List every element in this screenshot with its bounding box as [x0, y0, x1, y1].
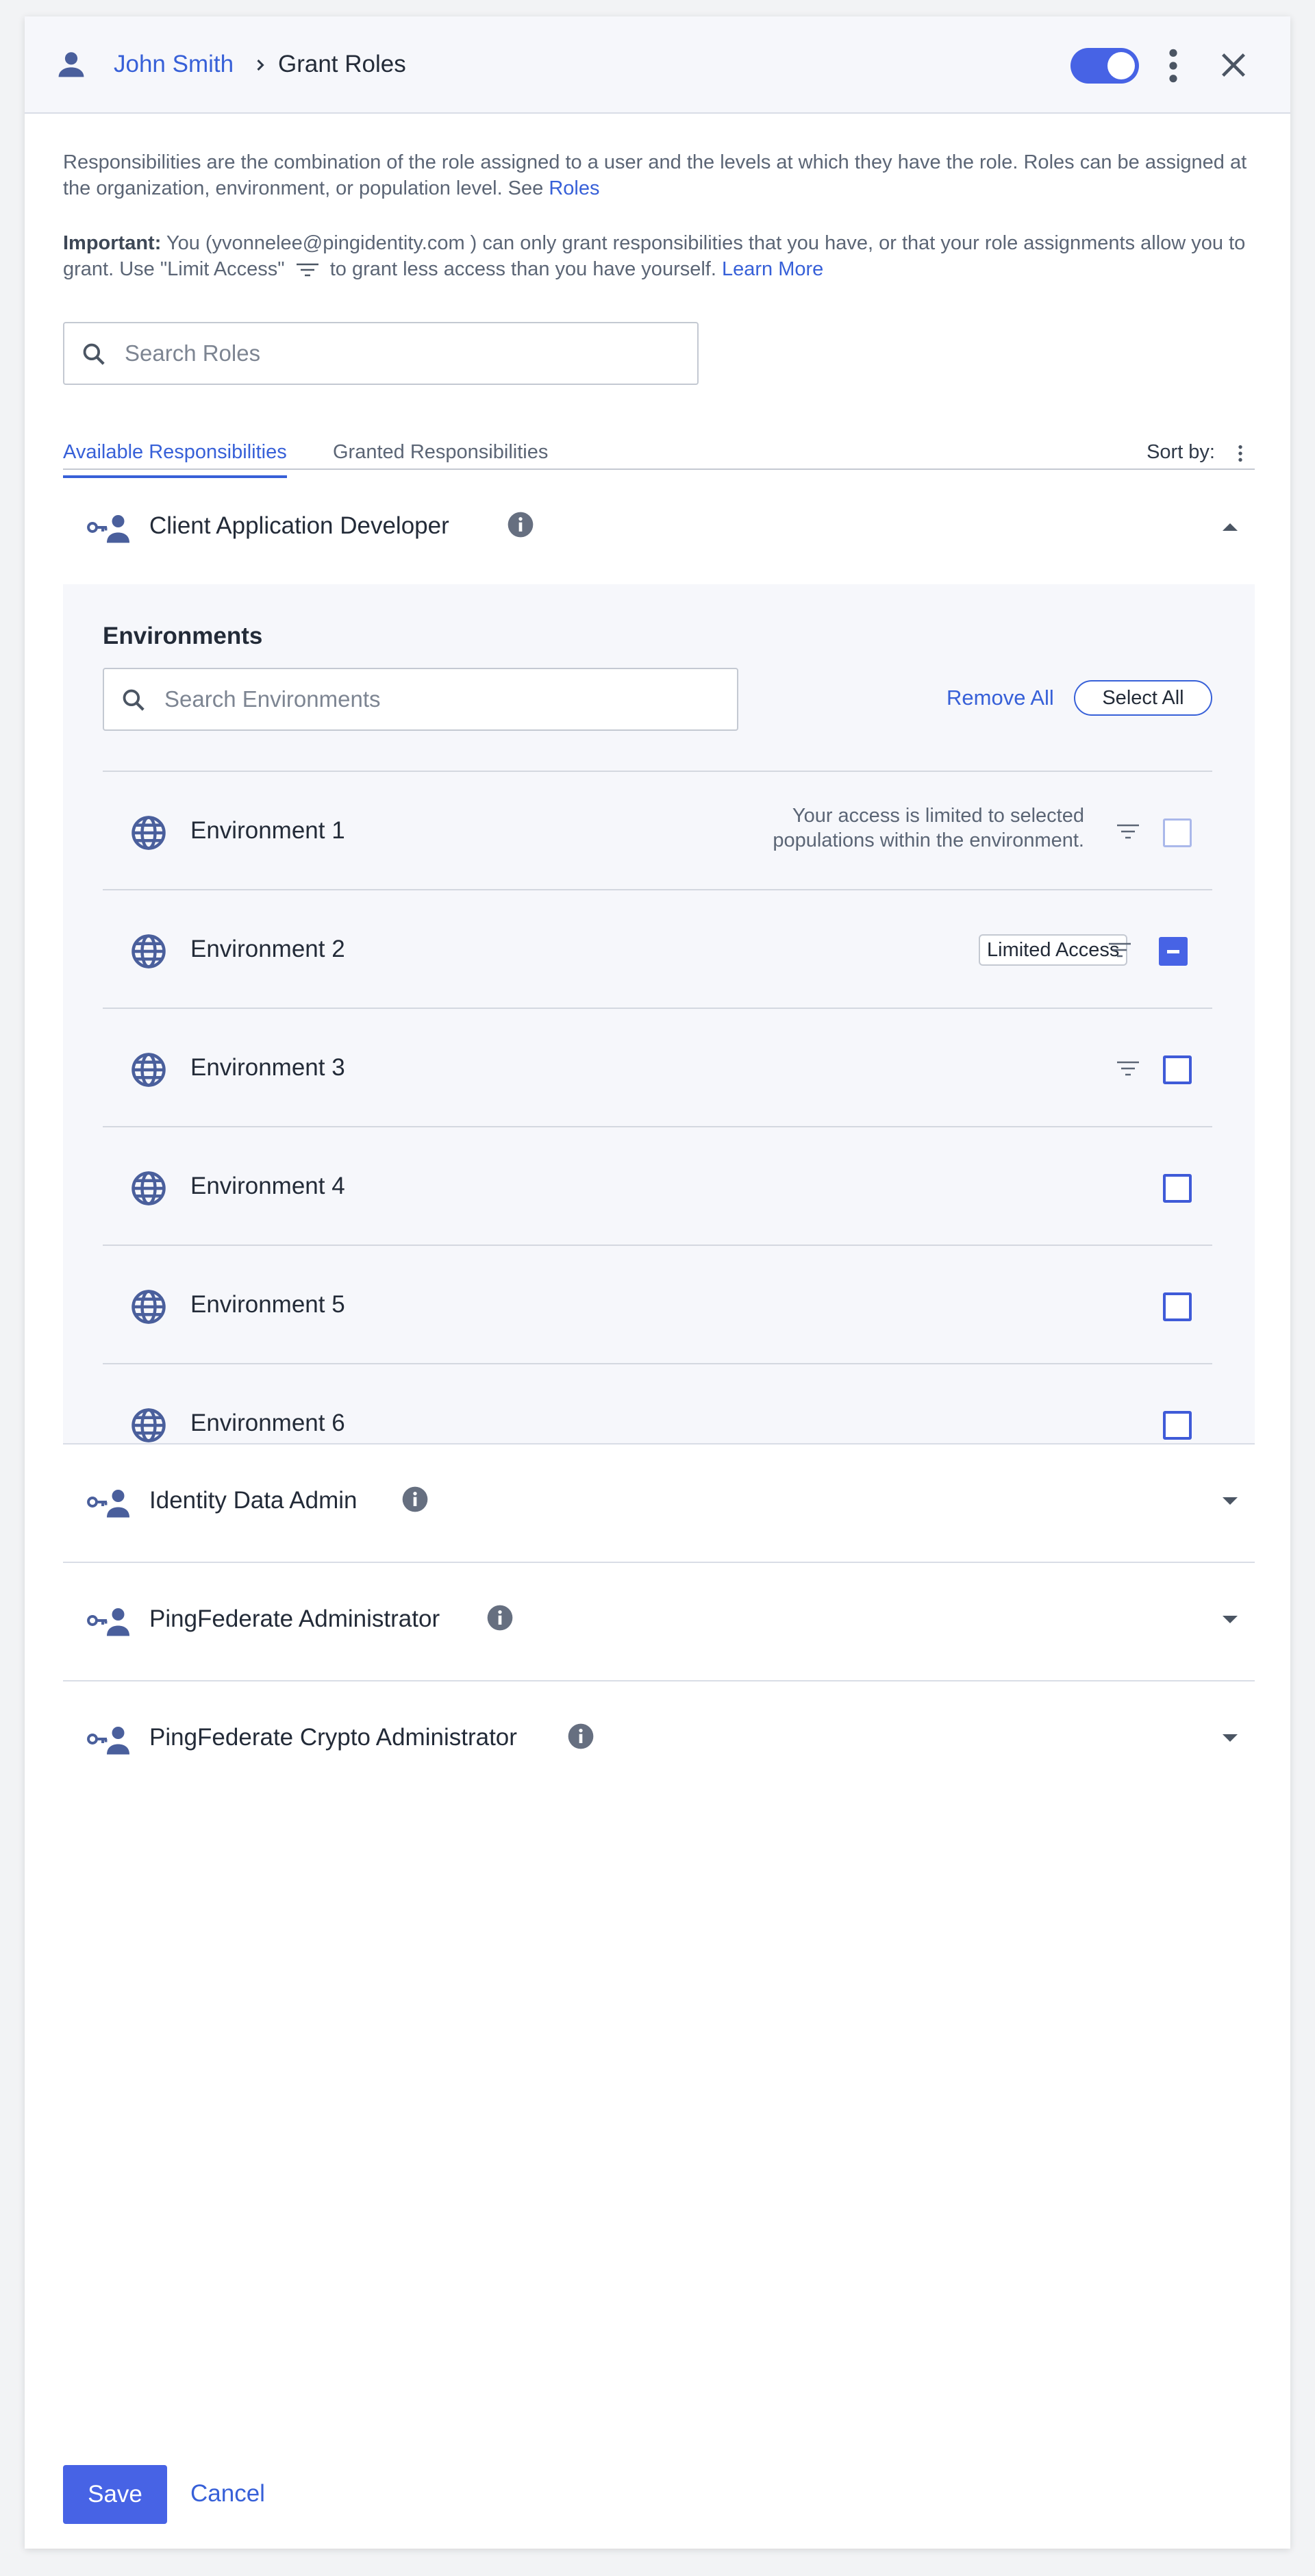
- environment-name: Environment 4: [190, 1173, 345, 1199]
- role-name: Client Application Developer: [149, 512, 449, 539]
- breadcrumb-user-link[interactable]: John Smith: [114, 51, 234, 78]
- search-environments-input[interactable]: [164, 683, 712, 716]
- environment-name: Environment 1: [190, 817, 345, 844]
- chevron-right-icon: [257, 59, 264, 71]
- search-environments-box: [103, 668, 738, 731]
- environment-checkbox[interactable]: [1163, 1174, 1192, 1203]
- environment-name: Environment 5: [190, 1291, 345, 1318]
- environment-row: Environment 4: [103, 1126, 1212, 1245]
- role-name: PingFederate Crypto Administrator: [149, 1724, 517, 1751]
- filter-icon[interactable]: [1107, 940, 1133, 960]
- roles-link[interactable]: Roles: [549, 177, 599, 199]
- select-all-button[interactable]: Select All: [1074, 680, 1212, 716]
- person-icon: [58, 52, 84, 77]
- environment-name: Environment 6: [190, 1410, 345, 1436]
- caret-down-icon[interactable]: [1220, 1732, 1240, 1745]
- role-name: PingFederate Administrator: [149, 1605, 440, 1632]
- limited-access-badge: Limited Access: [979, 934, 1128, 966]
- user-key-icon: [87, 1727, 129, 1755]
- caret-down-icon[interactable]: [1220, 1614, 1240, 1626]
- environment-checkbox[interactable]: [1159, 937, 1188, 966]
- tab-granted-responsibilities[interactable]: Granted Responsibilities: [333, 441, 548, 464]
- user-key-icon: [87, 515, 129, 543]
- caret-up-icon[interactable]: [1220, 521, 1240, 533]
- grant-roles-panel: John Smith Grant Roles Responsibilities …: [25, 16, 1290, 2549]
- environment-name: Environment 2: [190, 936, 345, 962]
- sort-by-label: Sort by:: [1147, 441, 1215, 463]
- role-item-client-application-developer[interactable]: Client Application Developer: [63, 471, 1255, 584]
- filter-icon: [296, 264, 318, 277]
- environment-row: Environment 1 Your access is limited to …: [103, 771, 1212, 890]
- important-note: Important: You (yvonnelee@pingidentity.c…: [63, 230, 1255, 282]
- globe-icon: [132, 1290, 166, 1324]
- globe-icon: [132, 816, 166, 850]
- environment-row: Environment 5: [103, 1245, 1212, 1364]
- learn-more-link[interactable]: Learn More: [722, 258, 823, 280]
- globe-icon: [132, 1408, 166, 1442]
- environments-heading: Environments: [103, 623, 263, 649]
- info-icon[interactable]: [486, 1604, 514, 1631]
- important-label: Important:: [63, 232, 162, 254]
- role-item-identity-data-admin[interactable]: Identity Data Admin: [63, 1443, 1255, 1561]
- user-key-icon: [87, 1490, 129, 1518]
- globe-icon: [132, 1171, 166, 1205]
- environment-checkbox[interactable]: [1163, 818, 1192, 847]
- tab-available-responsibilities[interactable]: Available Responsibilities: [63, 441, 287, 478]
- environment-row: Environment 2 Limited Access: [103, 889, 1212, 1008]
- caret-down-icon[interactable]: [1220, 1495, 1240, 1508]
- cancel-button[interactable]: Cancel: [190, 2480, 265, 2508]
- search-roles-box: [63, 322, 699, 385]
- user-key-icon: [87, 1608, 129, 1636]
- close-icon[interactable]: [1218, 49, 1249, 81]
- info-icon[interactable]: [401, 1486, 429, 1513]
- panel-header: John Smith Grant Roles: [25, 16, 1290, 114]
- page-title: Grant Roles: [278, 51, 406, 77]
- environment-checkbox[interactable]: [1163, 1411, 1192, 1440]
- globe-icon: [132, 934, 166, 968]
- role-item-pingfederate-crypto-administrator[interactable]: PingFederate Crypto Administrator: [63, 1680, 1255, 1798]
- environment-row: Environment 3: [103, 1008, 1212, 1127]
- role-name: Identity Data Admin: [149, 1487, 358, 1514]
- info-icon[interactable]: [567, 1723, 594, 1750]
- role-item-pingfederate-administrator[interactable]: PingFederate Administrator: [63, 1562, 1255, 1679]
- toggle-knob: [1107, 52, 1135, 79]
- limited-access-note: Your access is limited to selected popul…: [773, 805, 1084, 851]
- filter-icon[interactable]: [1115, 1058, 1141, 1079]
- kebab-icon[interactable]: [1164, 47, 1182, 85]
- responsibility-tabs: Available Responsibilities Granted Respo…: [63, 422, 1255, 478]
- environment-name: Environment 3: [190, 1054, 345, 1081]
- search-roles-input[interactable]: [125, 337, 673, 370]
- save-button[interactable]: Save: [63, 2465, 167, 2524]
- intro-text: Responsibilities are the combination of …: [63, 151, 1247, 199]
- search-icon: [83, 343, 105, 365]
- header-toggle-switch[interactable]: [1070, 48, 1139, 84]
- environments-panel: Environments Remove All Select All Envir…: [63, 584, 1255, 1443]
- search-icon: [123, 689, 145, 711]
- filter-icon[interactable]: [1115, 821, 1141, 842]
- remove-all-link[interactable]: Remove All: [947, 686, 1054, 710]
- important-text-after: to grant less access than you have yours…: [324, 258, 722, 280]
- environment-checkbox[interactable]: [1163, 1055, 1192, 1084]
- sort-kebab-icon[interactable]: [1236, 442, 1245, 464]
- info-icon[interactable]: [507, 511, 534, 538]
- globe-icon: [132, 1053, 166, 1087]
- environment-checkbox[interactable]: [1163, 1292, 1192, 1321]
- intro-description: Responsibilities are the combination of …: [63, 149, 1255, 201]
- environment-row: Environment 6: [103, 1363, 1212, 1443]
